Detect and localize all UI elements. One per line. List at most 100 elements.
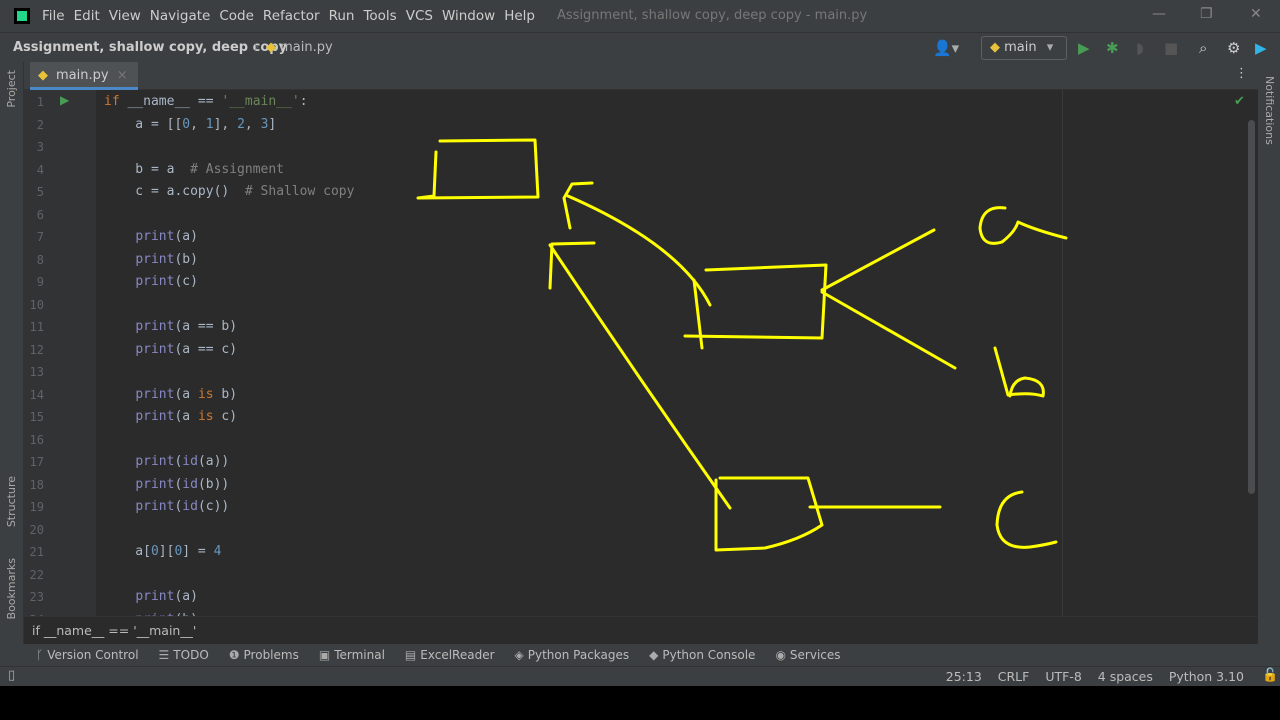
- code-line[interactable]: 16: [24, 429, 1258, 451]
- file-encoding[interactable]: UTF-8: [1045, 669, 1081, 684]
- interpreter[interactable]: Python 3.10: [1169, 669, 1244, 684]
- code-line[interactable]: 9 print(c): [24, 271, 1258, 293]
- tool-window-services[interactable]: ◉ Services: [775, 648, 840, 662]
- code-line[interactable]: 20: [24, 519, 1258, 541]
- code-line[interactable]: 18 print(id(b)): [24, 474, 1258, 496]
- menu-edit[interactable]: Edit: [74, 8, 100, 24]
- menu-vcs[interactable]: VCS: [406, 8, 433, 24]
- code-line[interactable]: 6: [24, 204, 1258, 226]
- code-line[interactable]: 22: [24, 564, 1258, 586]
- code-line[interactable]: 3: [24, 136, 1258, 158]
- stop-icon[interactable]: ■: [1164, 39, 1178, 57]
- code-editor[interactable]: 1 if __name__ == '__main__': 2 a = [[0, 1]…: [24, 90, 1258, 616]
- line-number: 23: [29, 590, 44, 604]
- breadcrumb-file[interactable]: ◆ main.py: [266, 40, 333, 55]
- code-line[interactable]: 1 if __name__ == '__main__':: [24, 91, 1258, 113]
- menu-file[interactable]: File: [42, 8, 65, 24]
- tab-main-py[interactable]: ◆ main.py ×: [30, 62, 138, 90]
- code-token: (c)): [197, 499, 230, 514]
- menu-run[interactable]: Run: [329, 8, 355, 24]
- menu-tools[interactable]: Tools: [363, 8, 396, 24]
- bookmarks-tool-button[interactable]: Bookmarks: [5, 558, 18, 619]
- menu-help[interactable]: Help: [504, 8, 535, 24]
- run-icon[interactable]: ▶: [1078, 39, 1090, 57]
- line-number: 20: [29, 522, 44, 537]
- code-line[interactable]: 24 print(b): [24, 609, 1258, 617]
- menu-navigate[interactable]: Navigate: [150, 8, 211, 24]
- menu-code[interactable]: Code: [219, 8, 254, 24]
- close-tab-icon[interactable]: ×: [117, 68, 128, 83]
- code-token: a = [[: [104, 116, 183, 132]
- tool-window-python-packages[interactable]: ◈ Python Packages: [515, 648, 630, 662]
- code-token: print: [135, 386, 175, 402]
- indent-setting[interactable]: 4 spaces: [1098, 669, 1153, 684]
- breadcrumb-project[interactable]: Assignment, shallow copy, deep copy: [13, 40, 287, 55]
- tool-window-terminal[interactable]: ▣ Terminal: [319, 648, 385, 662]
- tool-window-problems[interactable]: ❶ Problems: [229, 648, 299, 662]
- branch-icon: ᚴ: [36, 648, 44, 662]
- code-token: print: [135, 454, 175, 469]
- menu-refactor[interactable]: Refactor: [263, 8, 320, 24]
- code-line[interactable]: 12 print(a == c): [24, 339, 1258, 361]
- code-token: 4: [213, 544, 222, 559]
- tool-window-todo[interactable]: ☰ TODO: [159, 648, 209, 662]
- line-number: 18: [29, 477, 44, 492]
- code-line[interactable]: 14 print(a is b): [24, 384, 1258, 406]
- run-gutter-icon[interactable]: ▶: [60, 93, 69, 107]
- tool-window-version-control[interactable]: ᚴ Version Control: [36, 648, 139, 662]
- tool-window-python-console[interactable]: ◆ Python Console: [649, 648, 755, 662]
- notifications-tool-button[interactable]: Notifications: [1263, 76, 1276, 145]
- breadcrumb-hint[interactable]: if __name__ == '__main__': [24, 616, 1258, 644]
- code-line[interactable]: 21 a[0][0] = 4: [24, 541, 1258, 563]
- code-line[interactable]: 5 c = a.copy() # Shallow copy: [24, 181, 1258, 203]
- code-line[interactable]: 19 print(id(c)): [24, 496, 1258, 518]
- code-with-me-icon[interactable]: ▶: [1255, 39, 1267, 57]
- project-tool-button[interactable]: Project: [5, 70, 18, 108]
- code-line[interactable]: 2 a = [[0, 1], 2, 3]: [24, 114, 1258, 136]
- code-line[interactable]: 7 print(a): [24, 226, 1258, 248]
- debug-icon[interactable]: ✱: [1106, 39, 1119, 57]
- lock-icon[interactable]: 🔓: [1262, 668, 1278, 683]
- close-window-icon[interactable]: ✕: [1250, 6, 1262, 22]
- code-line[interactable]: 13: [24, 361, 1258, 383]
- user-icon[interactable]: 👤▾: [933, 39, 959, 57]
- gear-icon[interactable]: ⚙: [1227, 39, 1240, 57]
- code-token: (b)): [197, 476, 230, 492]
- code-token: __name__ ==: [119, 94, 222, 109]
- code-text: print(a == c): [104, 339, 237, 361]
- minimize-icon[interactable]: —: [1152, 6, 1166, 22]
- coverage-icon[interactable]: ◗: [1136, 39, 1144, 57]
- code-token: (b): [174, 251, 198, 267]
- code-line[interactable]: 4 b = a # Assignment: [24, 159, 1258, 181]
- code-token: ] =: [182, 544, 214, 559]
- code-line[interactable]: 17 print(id(a)): [24, 451, 1258, 473]
- code-line[interactable]: 23 print(a): [24, 586, 1258, 608]
- search-icon[interactable]: ⌕: [1199, 39, 1207, 57]
- code-token: b): [213, 386, 238, 402]
- structure-tool-button[interactable]: Structure: [5, 476, 18, 527]
- code-line[interactable]: 15 print(a is c): [24, 406, 1258, 428]
- code-text: print(id(c)): [104, 496, 229, 518]
- code-token: (a: [174, 386, 198, 402]
- code-line[interactable]: 8 print(b): [24, 249, 1258, 271]
- caret-position[interactable]: 25:13: [946, 669, 982, 684]
- breadcrumb-file-label: main.py: [280, 40, 333, 55]
- more-icon[interactable]: ⋮: [1235, 66, 1248, 81]
- line-number: 22: [29, 567, 44, 582]
- tool-window-excelreader[interactable]: ▤ ExcelReader: [405, 648, 495, 662]
- menu-window[interactable]: Window: [442, 8, 495, 24]
- tool-window-label: Python Console: [662, 648, 756, 662]
- layout-icon[interactable]: ▯: [8, 668, 15, 683]
- code-token: ]: [268, 116, 277, 132]
- restore-icon[interactable]: ❐: [1200, 6, 1213, 22]
- line-number: 3: [36, 140, 44, 154]
- vertical-scrollbar[interactable]: [1248, 120, 1255, 494]
- line-separator[interactable]: CRLF: [998, 669, 1030, 684]
- menu-view[interactable]: View: [109, 8, 141, 24]
- code-line[interactable]: 11 print(a == b): [24, 316, 1258, 338]
- run-config-select[interactable]: ◆ main ▾: [981, 36, 1067, 60]
- code-line[interactable]: 10: [24, 294, 1258, 316]
- excel-icon: ▤: [404, 648, 417, 662]
